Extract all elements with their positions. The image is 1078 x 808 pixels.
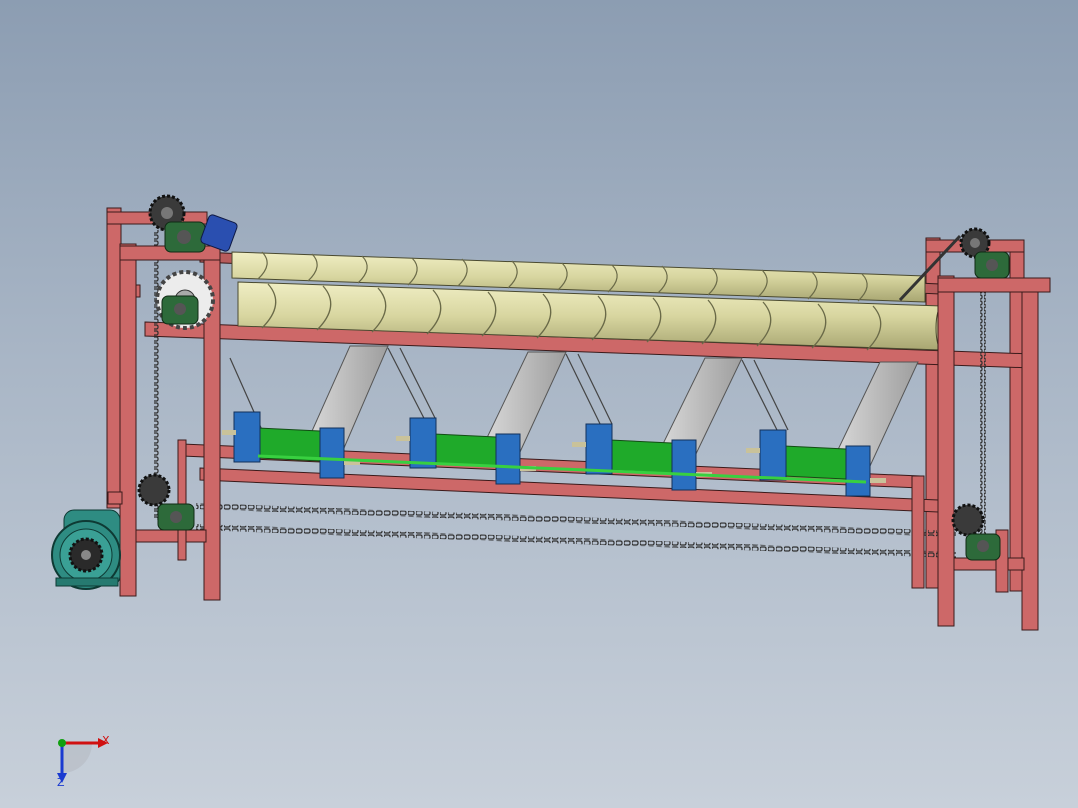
z-axis-label: Z <box>57 776 65 789</box>
x-axis-label: X <box>102 734 110 747</box>
cad-viewport[interactable]: X Z <box>0 0 1078 808</box>
axis-triad-graphic <box>57 738 108 783</box>
sprocket-bottom-left <box>137 473 171 507</box>
electric-motor[interactable] <box>51 509 121 590</box>
y-axis-dot <box>58 739 66 747</box>
machine-assembly-model[interactable] <box>0 0 1078 808</box>
sprocket-bottom-right <box>951 503 985 537</box>
axis-triad: X Z <box>40 725 130 795</box>
